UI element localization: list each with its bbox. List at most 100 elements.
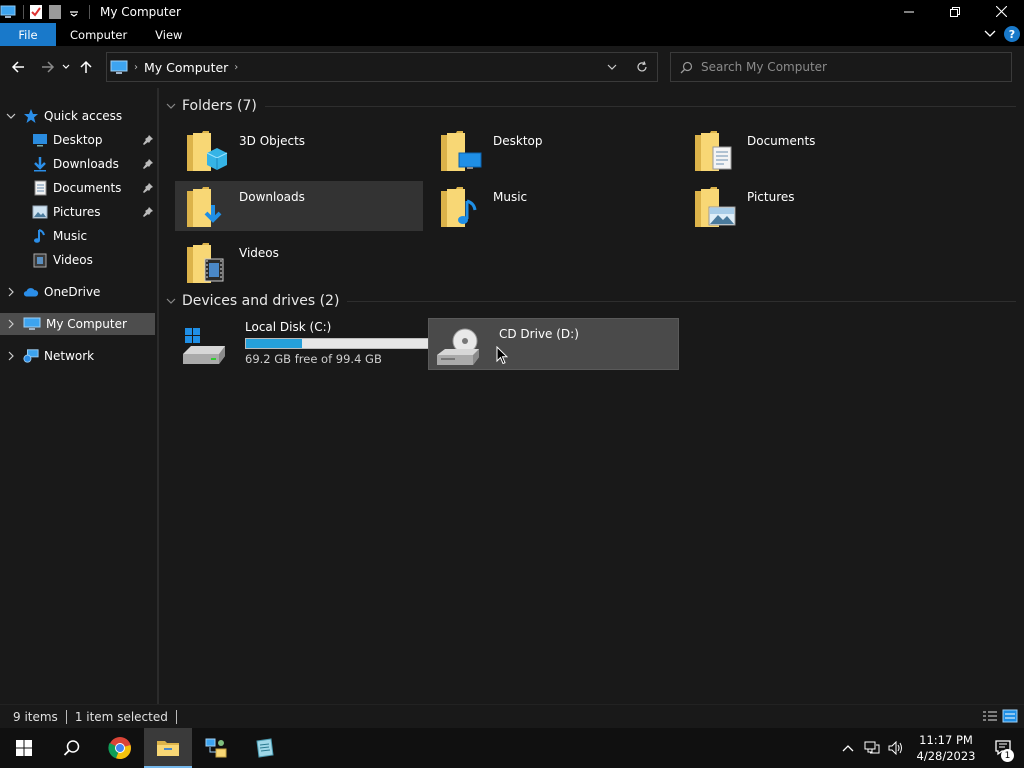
recent-locations-button[interactable] [59, 56, 73, 78]
restore-button[interactable] [932, 0, 978, 23]
folder-tile-3d-objects[interactable]: 3D Objects [175, 125, 423, 175]
sidebar-item-music[interactable]: Music [0, 225, 157, 247]
chevron-down-icon[interactable] [166, 298, 178, 305]
item-count: 9 items [13, 709, 58, 724]
taskbar-app-chrome[interactable] [96, 728, 144, 768]
folder-tile-music[interactable]: Music [429, 181, 677, 231]
sidebar-item-videos[interactable]: Videos [0, 249, 157, 271]
folder-tile-pictures[interactable]: Pictures [683, 181, 931, 231]
expand-chevron-icon[interactable] [5, 287, 17, 297]
network-tool-icon [205, 738, 227, 758]
pin-icon[interactable] [143, 158, 153, 172]
taskbar-app-network-tool[interactable] [192, 728, 240, 768]
group-divider [347, 300, 1016, 302]
sidebar-item-pictures[interactable]: Pictures [0, 201, 157, 223]
title-bar: My Computer [0, 0, 1024, 23]
customize-toolbar-icon[interactable] [66, 4, 82, 20]
tab-file[interactable]: File [0, 23, 56, 46]
taskbar: 11:17 PM 4/28/2023 1 [0, 728, 1024, 768]
folder-desktop-icon [437, 127, 485, 175]
address-bar[interactable]: › My Computer › [106, 52, 658, 82]
folders-group-header[interactable]: Folders (7) [166, 98, 1016, 114]
sidebar-item-label: Desktop [53, 133, 103, 147]
window-title: My Computer [100, 4, 181, 19]
details-view-button[interactable] [982, 709, 998, 726]
tab-view[interactable]: View [141, 23, 196, 46]
sidebar-item-onedrive[interactable]: OneDrive [0, 281, 157, 303]
action-center-button[interactable]: 1 [984, 728, 1024, 768]
hard-drive-windows-icon [181, 326, 227, 366]
forward-button[interactable] [37, 56, 59, 78]
volume-button[interactable] [884, 728, 908, 768]
drive-usage-bar [245, 338, 434, 349]
breadcrumb-separator-icon[interactable]: › [134, 62, 138, 73]
refresh-button[interactable] [627, 53, 657, 81]
new-folder-icon[interactable] [47, 4, 63, 20]
folder-tile-desktop[interactable]: Desktop [429, 125, 677, 175]
sidebar-item-label: Videos [53, 253, 93, 267]
group-title: Folders (7) [182, 98, 257, 114]
expand-chevron-icon[interactable] [5, 319, 17, 329]
content-pane: Folders (7) 3D Objects Desktop Documents… [160, 88, 1024, 704]
clock[interactable]: 11:17 PM 4/28/2023 [908, 732, 984, 764]
sidebar-item-my-computer[interactable]: My Computer [0, 313, 155, 335]
folder-tile-videos[interactable]: Videos [175, 237, 423, 287]
pin-icon[interactable] [143, 206, 153, 220]
minimize-button[interactable] [886, 0, 932, 23]
up-button[interactable] [75, 56, 97, 78]
show-hidden-icons-button[interactable] [836, 728, 860, 768]
taskbar-app-notepad[interactable] [240, 728, 288, 768]
pin-icon[interactable] [143, 182, 153, 196]
sidebar-item-label: Downloads [53, 157, 119, 171]
expand-ribbon-button[interactable] [984, 27, 996, 42]
drive-usage-fill [246, 339, 303, 348]
expand-chevron-icon[interactable] [5, 112, 17, 120]
arrow-up-icon [80, 60, 92, 73]
properties-icon[interactable] [28, 4, 44, 20]
sidebar-item-downloads[interactable]: Downloads [0, 153, 157, 175]
navigation-pane: Quick access Desktop Downloads Documents [0, 98, 157, 704]
minimize-icon [904, 11, 914, 12]
address-history-button[interactable] [597, 53, 627, 81]
drive-free-space: 69.2 GB free of 99.4 GB [245, 352, 382, 366]
mouse-cursor-icon [496, 346, 508, 365]
notification-count-badge: 1 [1001, 749, 1014, 762]
pane-splitter[interactable] [157, 88, 159, 704]
speaker-icon [888, 741, 902, 755]
toolbar-separator [89, 4, 90, 19]
folder-downloads-icon [183, 183, 231, 231]
search-icon [63, 740, 80, 756]
folder-pictures-icon [691, 183, 739, 231]
breadcrumb-separator-icon[interactable]: › [234, 62, 238, 73]
drive-name: Local Disk (C:) [245, 320, 332, 334]
folder-tile-downloads[interactable]: Downloads [175, 181, 423, 231]
pin-icon[interactable] [143, 134, 153, 148]
large-icons-view-icon [1002, 709, 1018, 723]
taskbar-app-file-explorer[interactable] [144, 728, 192, 768]
close-button[interactable] [978, 0, 1024, 23]
sidebar-item-documents[interactable]: Documents [0, 177, 157, 199]
chevron-down-icon[interactable] [166, 103, 178, 110]
expand-chevron-icon[interactable] [5, 351, 17, 361]
sidebar-item-desktop[interactable]: Desktop [0, 129, 157, 151]
drive-tile-cd-drive-d[interactable]: CD Drive (D:) [428, 318, 679, 370]
devices-group-header[interactable]: Devices and drives (2) [166, 293, 1016, 309]
network-status-button[interactable] [860, 728, 884, 768]
tab-computer[interactable]: Computer [56, 23, 141, 46]
drive-tile-local-disk-c[interactable]: Local Disk (C:) 69.2 GB free of 99.4 GB [175, 318, 434, 370]
status-separator [175, 709, 177, 724]
search-input[interactable] [701, 60, 991, 74]
back-button[interactable] [7, 56, 29, 78]
help-button[interactable]: ? [1004, 26, 1020, 42]
start-button[interactable] [0, 728, 48, 768]
group-divider [264, 105, 1016, 107]
breadcrumb-location[interactable]: My Computer [144, 60, 228, 75]
large-icons-view-button[interactable] [1002, 709, 1018, 726]
sidebar-item-network[interactable]: Network [0, 345, 157, 367]
sidebar-item-quick-access[interactable]: Quick access [0, 105, 157, 127]
computer-icon [0, 4, 16, 20]
taskbar-search-button[interactable] [48, 728, 96, 768]
search-box[interactable] [670, 52, 1012, 82]
folder-tile-documents[interactable]: Documents [683, 125, 931, 175]
folder-3d-objects-icon [183, 127, 231, 175]
